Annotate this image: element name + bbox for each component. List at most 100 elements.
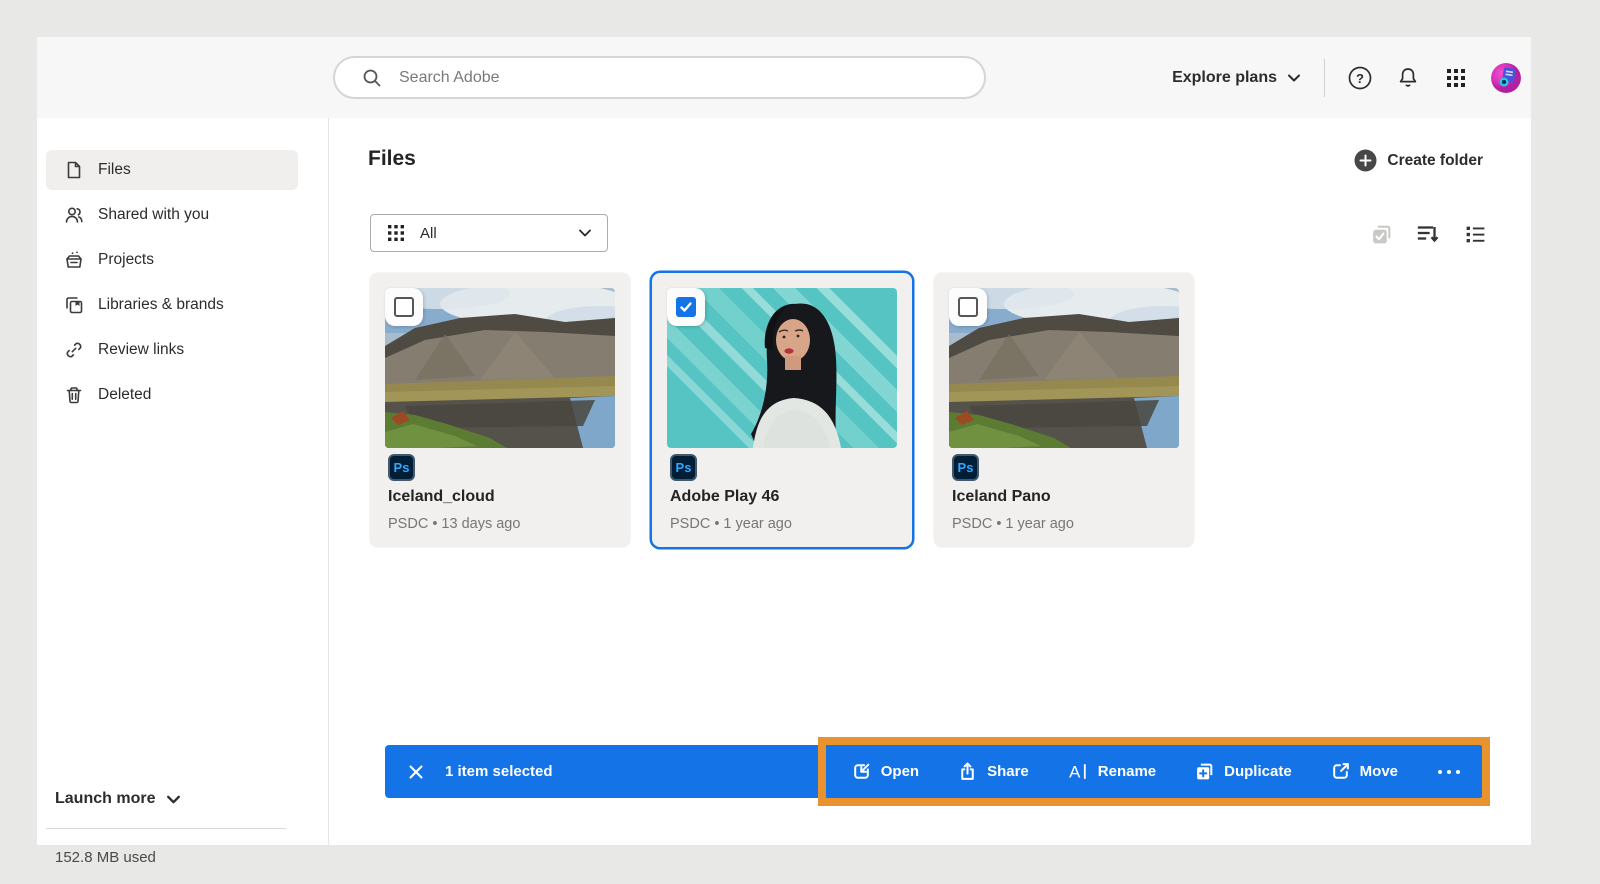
share-label: Share [987,763,1029,780]
file-card-iceland-cloud[interactable]: Ps Iceland_cloud PSDC • 13 days ago [370,273,630,547]
clear-selection-button[interactable] [407,763,425,781]
page-title: Files [368,147,416,170]
filter-dropdown[interactable]: All [370,214,608,252]
help-icon: ? [1348,66,1372,89]
sidebar: Files Shared with you Projects Libraries… [37,118,328,866]
card-checkbox[interactable] [949,288,987,326]
sidebar-item-projects[interactable]: Projects [46,240,298,280]
file-meta: PSDC • 1 year ago [952,516,1074,532]
app-switcher-icon [1447,68,1465,87]
open-icon [853,763,870,779]
link-icon [66,342,82,358]
libraries-icon [66,297,83,314]
sidebar-item-label: Projects [98,251,154,268]
list-view-button[interactable] [1462,221,1488,247]
sidebar-item-review-links[interactable]: Review links [46,330,298,370]
checkbox-unchecked [958,297,978,317]
checkmark-icon [680,302,692,312]
view-toolbar [1368,221,1488,247]
search-bar[interactable] [333,56,986,99]
avatar[interactable] [1491,62,1521,93]
more-actions-button[interactable] [1436,762,1462,782]
sidebar-item-label: Libraries & brands [98,296,224,313]
file-title: Iceland Pano [952,488,1051,505]
open-button[interactable]: Open [851,761,919,782]
filter-selected-value: All [420,224,437,242]
select-all-icon [1372,225,1390,243]
rename-button[interactable]: A Rename [1067,761,1156,782]
launch-more-label: Launch more [55,790,156,807]
file-title: Adobe Play 46 [670,488,780,505]
sidebar-item-label: Files [98,161,131,178]
duplicate-icon [1197,763,1213,780]
selection-status: 1 item selected [445,763,553,780]
file-card-iceland-pano[interactable]: Ps Iceland Pano PSDC • 1 year ago [934,273,1194,547]
file-card-adobe-play-46[interactable]: Ps Adobe Play 46 PSDC • 1 year ago [652,273,912,547]
explore-plans-label: Explore plans [1172,68,1277,86]
photoshop-badge: Ps [670,454,697,481]
sort-icon [1417,226,1439,243]
notifications-icon [1399,67,1417,87]
select-all-button[interactable] [1368,221,1394,247]
selection-bar: 1 item selected Open Share A Rename Dupl… [385,745,1484,798]
projects-icon [66,251,82,268]
share-button[interactable]: Share [957,761,1029,782]
sidebar-item-label: Deleted [98,386,152,403]
photoshop-badge: Ps [388,454,415,481]
checkbox-checked [676,297,696,317]
move-icon [1332,763,1349,779]
top-right-controls: Explore plans ? [1172,37,1521,118]
create-folder-label: Create folder [1387,151,1483,169]
rename-icon: A [1069,762,1086,781]
chevron-down-icon [167,795,181,803]
people-icon [65,207,83,223]
explore-plans-button[interactable]: Explore plans [1172,69,1302,87]
header-divider [1324,58,1325,97]
chevron-down-icon [1288,74,1300,81]
search-icon [361,67,383,89]
sidebar-item-deleted[interactable]: Deleted [46,375,298,415]
list-view-icon [1466,226,1484,242]
rename-label: Rename [1097,763,1157,780]
more-icon [1438,769,1460,774]
file-meta: PSDC • 1 year ago [670,516,792,532]
svg-text:?: ? [1356,71,1364,86]
photoshop-badge: Ps [952,454,979,481]
creative-cloud-window: Explore plans ? [37,37,1531,866]
file-title: Iceland_cloud [388,488,495,505]
storage-used-label: 152.8 MB used [55,849,156,866]
move-label: Move [1359,763,1398,780]
create-folder-button[interactable]: Create folder [1354,149,1483,172]
launch-more-button[interactable]: Launch more [55,790,182,808]
file-meta: PSDC • 13 days ago [388,516,521,532]
sidebar-item-files[interactable]: Files [46,150,298,190]
close-icon [409,764,423,779]
duplicate-label: Duplicate [1224,763,1292,780]
card-checkbox[interactable] [667,288,705,326]
content-divider [328,118,329,845]
move-button[interactable]: Move [1330,761,1398,782]
file-icon [67,161,81,179]
plus-circle-icon [1354,149,1377,172]
app-switcher-button[interactable] [1443,65,1469,91]
svg-text:A: A [1069,762,1081,781]
sidebar-item-libraries-brands[interactable]: Libraries & brands [46,285,298,325]
grid-icon [387,224,405,242]
checkbox-unchecked [394,297,414,317]
card-checkbox[interactable] [385,288,423,326]
selection-actions: Open Share A Rename Duplicate Move [851,761,1462,782]
sidebar-item-label: Shared with you [98,206,210,223]
top-bar: Explore plans ? [37,37,1531,118]
file-grid: Ps Iceland_cloud PSDC • 13 days ago Ps A… [370,273,1194,547]
notifications-button[interactable] [1395,65,1421,91]
share-icon [961,762,974,780]
help-button[interactable]: ? [1347,65,1373,91]
storage-divider [46,828,286,829]
trash-icon [66,387,82,404]
sidebar-item-shared-with-you[interactable]: Shared with you [46,195,298,235]
duplicate-button[interactable]: Duplicate [1194,761,1292,782]
search-input[interactable] [399,68,919,87]
open-label: Open [880,763,920,780]
sidebar-item-label: Review links [98,341,185,358]
sort-button[interactable] [1415,221,1441,247]
